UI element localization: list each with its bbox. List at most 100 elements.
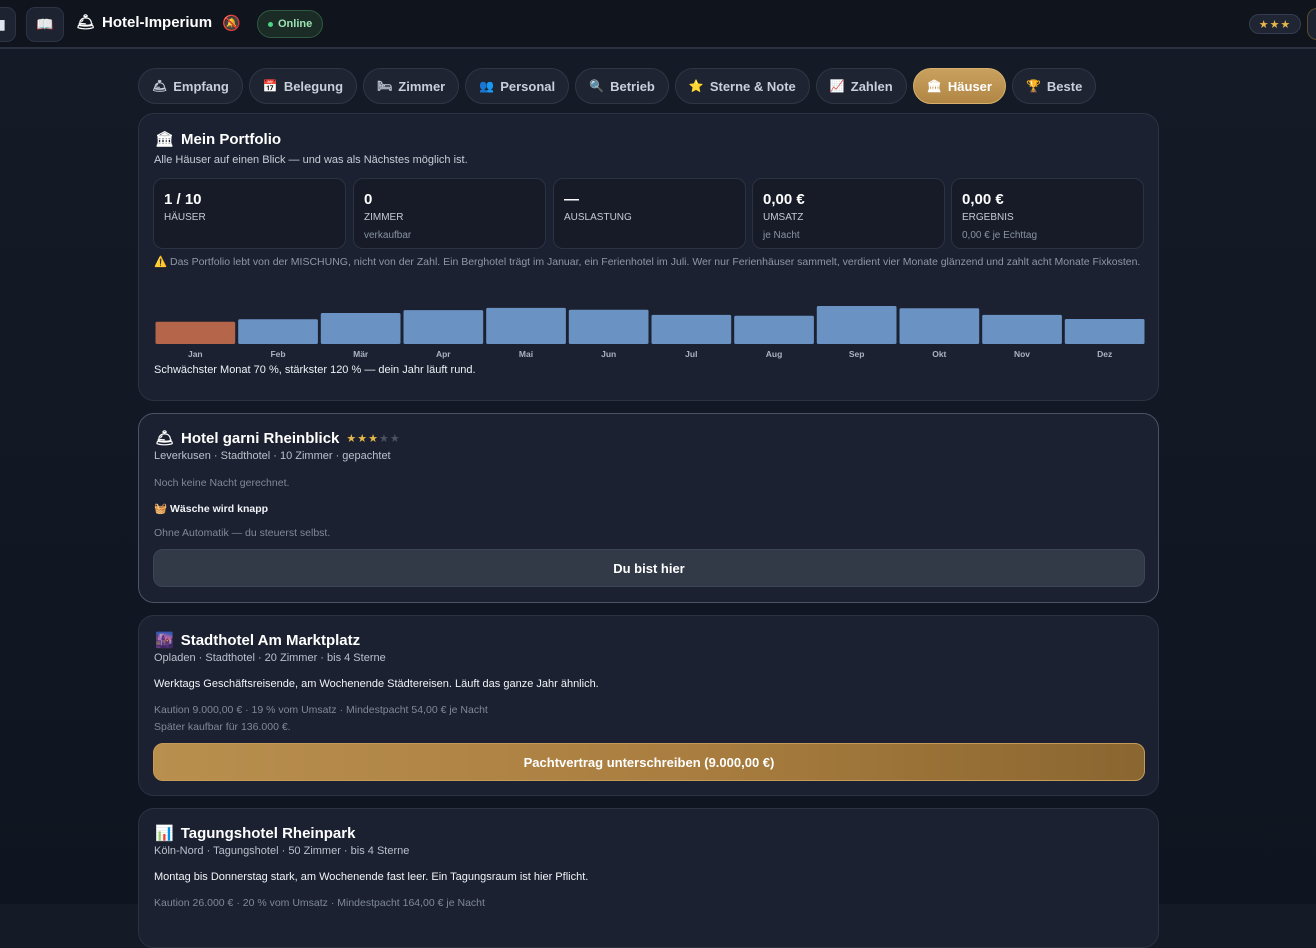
tab-haeuser[interactable]: 🏛 Häuser bbox=[912, 68, 1006, 104]
tab-label: Personal bbox=[500, 78, 556, 94]
month-label: Apr bbox=[436, 349, 451, 359]
sign-lease-button[interactable]: Pachtvertrag unterschreiben (9.000,00 €) bbox=[153, 743, 1145, 781]
current-hotel-button[interactable]: Du bist hier bbox=[153, 549, 1145, 587]
portfolio-warning: ⚠️ Das Portfolio lebt von der MISCHUNG, … bbox=[154, 254, 1144, 271]
hotel-card-marktplatz: 🌆 Stadthotel Am Marktplatz Opladen · Sta… bbox=[138, 615, 1159, 796]
month-label: Feb bbox=[270, 349, 285, 359]
month-label: Dez bbox=[1097, 349, 1112, 359]
tab-betrieb[interactable]: 🔍 Betrieb bbox=[575, 68, 669, 104]
hotel-title: 🌆 Stadthotel Am Marktplatz bbox=[155, 631, 361, 650]
month-label: Aug bbox=[766, 349, 783, 359]
stat-zimmer: 0 ZIMMER verkaufbar bbox=[353, 178, 546, 249]
hotel-meta: Leverkusen · Stadthotel · 10 Zimmer · ge… bbox=[154, 450, 391, 462]
hotel-meta: Opladen · Stadthotel · 20 Zimmer · bis 4… bbox=[154, 652, 386, 664]
portfolio-title-text: Mein Portfolio bbox=[181, 130, 282, 148]
hotel-meta: Köln-Nord · Tagungshotel · 50 Zimmer · b… bbox=[154, 845, 410, 857]
bar-chart-icon: 📊 bbox=[155, 825, 174, 842]
bar-mai bbox=[486, 307, 566, 344]
tab-label: Sterne & Note bbox=[709, 78, 796, 94]
bar-sep bbox=[816, 306, 897, 344]
bar-apr bbox=[403, 310, 484, 344]
tab-label: Beste bbox=[1046, 78, 1083, 94]
month-label: Nov bbox=[1014, 349, 1030, 359]
stat-haeuser: 1 / 10 HÄUSER bbox=[153, 178, 346, 249]
tab-label: Zahlen bbox=[850, 78, 893, 94]
bar-jan bbox=[155, 321, 236, 344]
main-tabs: 🛎 Empfang 📅 Belegung 🛏 Zimmer 👥 Personal 🔍 Be… bbox=[138, 68, 1097, 104]
stat-auslastung: — AUSLASTUNG bbox=[553, 178, 746, 249]
notification-bell-icon[interactable]: 🔕 bbox=[222, 14, 241, 32]
lease-terms: Kaution 26.000 € · 20 % vom Umsatz · Min… bbox=[154, 897, 485, 909]
stat-value: — bbox=[564, 191, 579, 208]
hotel-name: Hotel garni Rheinblick bbox=[181, 429, 340, 447]
bar-feb bbox=[238, 319, 318, 344]
hotel-description: Montag bis Donnerstag stark, am Wochenen… bbox=[154, 871, 589, 883]
portfolio-subtitle: Alle Häuser auf einen Blick — und was al… bbox=[154, 154, 468, 166]
calendar-icon: 📅 bbox=[262, 79, 278, 93]
tab-zimmer[interactable]: 🛏 Zimmer bbox=[363, 68, 460, 104]
stat-value: 0,00 € bbox=[962, 191, 1004, 208]
bar-jun bbox=[568, 309, 649, 344]
month-label: Okt bbox=[932, 349, 946, 359]
trophy-icon: 🏆 bbox=[1025, 79, 1041, 93]
hotel-note: Noch keine Nacht gerechnet. bbox=[154, 477, 290, 489]
warning-icon: ⚠️ bbox=[154, 256, 168, 268]
month-label: Jul bbox=[685, 349, 697, 359]
stat-umsatz: 0,00 € UMSATZ je Nacht bbox=[752, 178, 945, 249]
stat-label: UMSATZ bbox=[763, 212, 804, 223]
lease-terms: Kaution 9.000,00 € · 19 % vom Umsatz · M… bbox=[154, 704, 488, 716]
bar-okt bbox=[899, 308, 980, 344]
hotel-alert: 🧺 Wäsche wird knapp bbox=[154, 502, 268, 515]
hotel-title: 📊 Tagungshotel Rheinpark bbox=[155, 824, 355, 843]
profile-button[interactable] bbox=[1307, 8, 1316, 40]
people-icon: 👥 bbox=[479, 79, 495, 93]
seasonality-chart: Jan Feb Mär Apr Mai Jun Jul Aug Sep Okt Nov Dez bbox=[154, 302, 1146, 362]
tab-label: Zimmer bbox=[398, 78, 446, 94]
tab-empfang[interactable]: 🛎 Empfang bbox=[138, 68, 243, 104]
building-icon: 🏛 bbox=[155, 131, 175, 148]
purchase-note: Später kaufbar für 136.000 €. bbox=[154, 721, 291, 733]
stat-label: ZIMMER bbox=[364, 212, 404, 223]
stat-hint: verkaufbar bbox=[364, 230, 412, 241]
status-dot-icon bbox=[268, 21, 273, 27]
tab-zahlen[interactable]: 📈 Zahlen bbox=[815, 68, 907, 104]
menu-button[interactable]: ▮ bbox=[0, 7, 16, 42]
portfolio-card: 🏛 Mein Portfolio Alle Häuser auf einen B… bbox=[138, 113, 1159, 401]
hotel-name: Stadthotel Am Marktplatz bbox=[180, 631, 361, 649]
bell-icon: 🛎 bbox=[152, 79, 168, 93]
tab-beste[interactable]: 🏆 Beste bbox=[1011, 68, 1097, 104]
bar-nov bbox=[982, 314, 1062, 344]
stat-value: 1 / 10 bbox=[164, 191, 202, 208]
hotel-card-rheinblick: 🛎 Hotel garni Rheinblick ★★★★★ Leverkuse… bbox=[138, 413, 1159, 603]
tab-sterne-note[interactable]: ⭐ Sterne & Note bbox=[674, 68, 810, 104]
month-label: Jun bbox=[601, 349, 616, 359]
empty-stars: ★★ bbox=[379, 432, 401, 445]
warning-text: Das Portfolio lebt von der MISCHUNG, nic… bbox=[170, 256, 1141, 268]
hotel-rating-stars: ★★★★★ bbox=[346, 432, 400, 445]
stat-value: 0 bbox=[364, 191, 373, 208]
month-label: Sep bbox=[849, 349, 865, 359]
stat-hint: je Nacht bbox=[763, 230, 800, 241]
book-icon: 📖 bbox=[36, 16, 54, 32]
chart-up-icon: 📈 bbox=[829, 79, 845, 93]
month-label: Mär bbox=[353, 349, 369, 359]
status-label: Online bbox=[278, 18, 313, 30]
month-label: Jan bbox=[188, 349, 203, 359]
cityscape-icon: 🌆 bbox=[155, 632, 174, 649]
filled-stars: ★★★ bbox=[346, 432, 379, 445]
alert-text: Wäsche wird knapp bbox=[170, 503, 269, 515]
hotel-bell-icon: 🛎 bbox=[155, 430, 175, 447]
online-status-badge: Online bbox=[257, 10, 324, 38]
guide-button[interactable]: 📖 bbox=[26, 7, 64, 42]
tab-personal[interactable]: 👥 Personal bbox=[465, 68, 570, 104]
building-icon: 🏛 bbox=[926, 79, 942, 93]
tab-label: Häuser bbox=[947, 78, 992, 94]
stat-label: HÄUSER bbox=[164, 212, 206, 223]
month-label: Mai bbox=[519, 349, 533, 359]
bar-jul bbox=[651, 314, 732, 344]
hotel-card-rheinpark: 📊 Tagungshotel Rheinpark Köln-Nord · Tag… bbox=[138, 808, 1159, 948]
stat-label: AUSLASTUNG bbox=[564, 212, 632, 223]
chart-summary: Schwächster Monat 70 %, stärkster 120 % … bbox=[154, 364, 476, 376]
tab-belegung[interactable]: 📅 Belegung bbox=[248, 68, 358, 104]
magnifier-icon: 🔍 bbox=[589, 79, 605, 93]
